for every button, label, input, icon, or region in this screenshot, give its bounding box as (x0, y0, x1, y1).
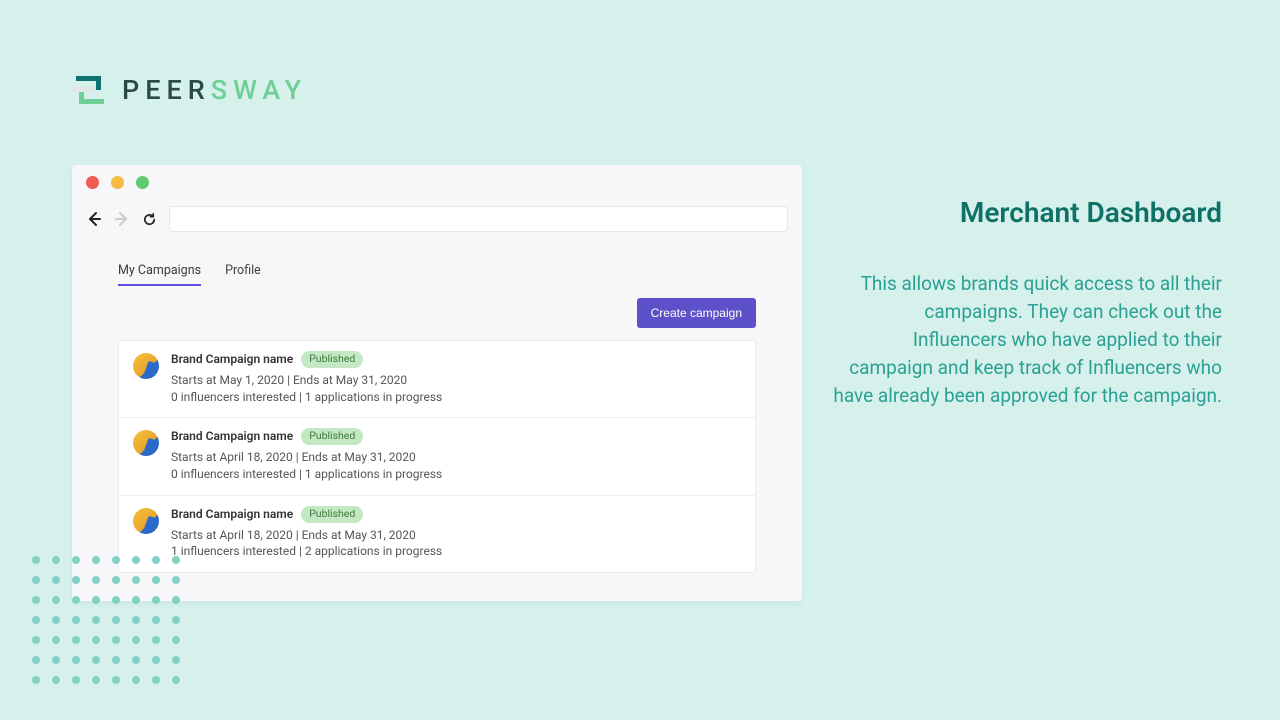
campaign-list: Brand Campaign name Published Starts at … (118, 340, 756, 573)
refresh-icon[interactable] (142, 212, 157, 227)
avatar (133, 353, 159, 379)
campaign-body: Brand Campaign name Published Starts at … (171, 428, 442, 482)
page-description: This allows brands quick access to all t… (832, 270, 1222, 411)
campaign-stats: 0 influencers interested | 1 application… (171, 466, 442, 483)
app-content: My Campaigns Profile Create campaign Bra… (72, 239, 802, 601)
status-badge: Published (301, 506, 363, 523)
campaign-stats: 0 influencers interested | 1 application… (171, 389, 442, 406)
campaign-dates: Starts at April 18, 2020 | Ends at May 3… (171, 527, 442, 544)
browser-toolbar (72, 199, 802, 239)
create-campaign-button[interactable]: Create campaign (637, 298, 756, 328)
logo-text: PEERSWAY (122, 74, 307, 106)
logo-text-post: SWAY (211, 74, 307, 106)
campaign-name: Brand Campaign name (171, 506, 293, 523)
tab-my-campaigns[interactable]: My Campaigns (118, 257, 201, 286)
campaign-name: Brand Campaign name (171, 428, 293, 445)
tab-profile[interactable]: Profile (225, 257, 261, 286)
close-window-icon[interactable] (86, 176, 99, 189)
tabs: My Campaigns Profile (118, 257, 756, 286)
logo-text-pre: PEER (122, 74, 211, 106)
avatar (133, 430, 159, 456)
status-badge: Published (301, 351, 363, 368)
campaign-name: Brand Campaign name (171, 351, 293, 368)
minimize-window-icon[interactable] (111, 176, 124, 189)
campaign-dates: Starts at April 18, 2020 | Ends at May 3… (171, 449, 442, 466)
campaign-body: Brand Campaign name Published Starts at … (171, 351, 442, 405)
list-item[interactable]: Brand Campaign name Published Starts at … (119, 341, 755, 418)
avatar (133, 508, 159, 534)
list-item[interactable]: Brand Campaign name Published Starts at … (119, 418, 755, 495)
page-title: Merchant Dashboard (960, 196, 1222, 229)
actions-row: Create campaign (118, 298, 756, 328)
window-controls (72, 165, 802, 199)
campaign-body: Brand Campaign name Published Starts at … (171, 506, 442, 560)
status-badge: Published (301, 428, 363, 445)
forward-icon (114, 211, 130, 227)
back-icon[interactable] (86, 211, 102, 227)
campaign-dates: Starts at May 1, 2020 | Ends at May 31, … (171, 372, 442, 389)
url-input[interactable] (169, 206, 788, 232)
campaign-stats: 1 influencers interested | 2 application… (171, 543, 442, 560)
list-item[interactable]: Brand Campaign name Published Starts at … (119, 496, 755, 572)
logo-mark-icon (72, 72, 108, 108)
maximize-window-icon[interactable] (136, 176, 149, 189)
decorative-dots (32, 556, 192, 686)
brand-logo: PEERSWAY (72, 72, 307, 108)
browser-window: My Campaigns Profile Create campaign Bra… (72, 165, 802, 601)
